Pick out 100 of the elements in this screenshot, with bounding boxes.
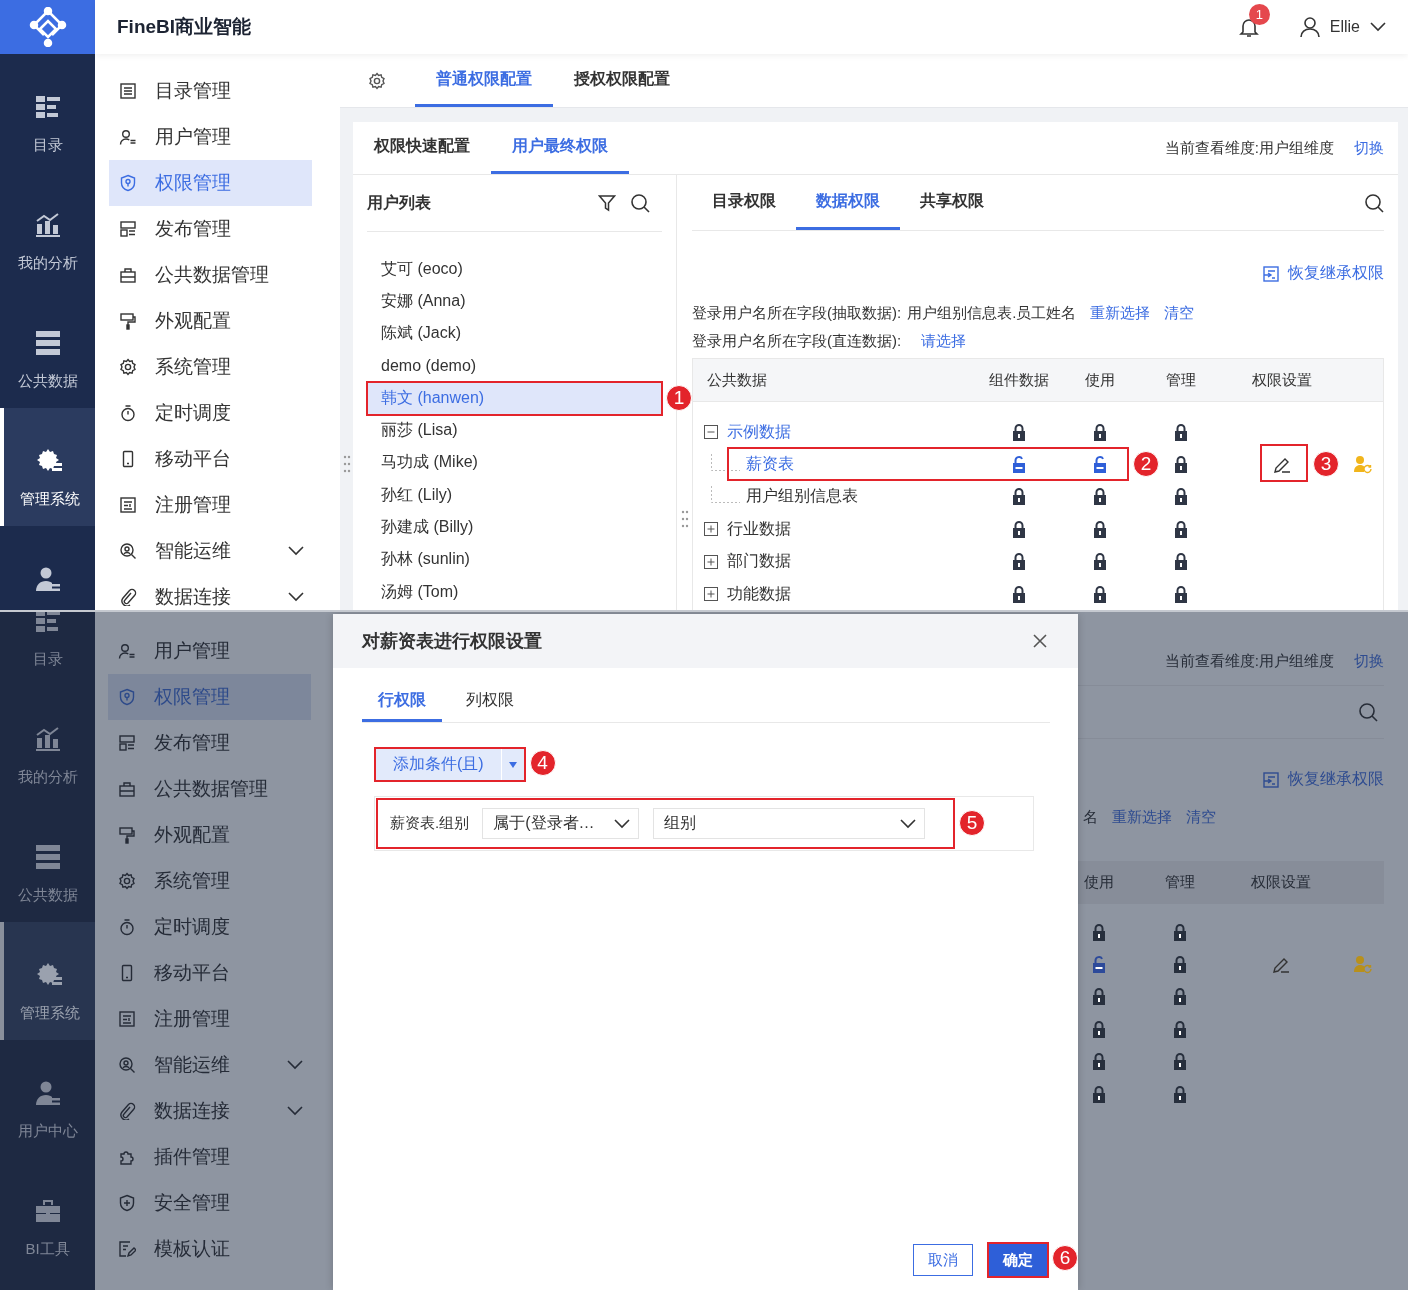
menu-item[interactable]: 安全管理: [108, 1180, 311, 1226]
user-item[interactable]: 丽莎 (Lisa): [367, 414, 662, 447]
menu-item[interactable]: 插件管理: [108, 1134, 311, 1180]
menu-item[interactable]: 系统管理: [108, 858, 311, 904]
stack-icon: [34, 330, 61, 356]
switch-link[interactable]: 切换: [1354, 652, 1384, 671]
menu-item[interactable]: 目录管理: [109, 68, 312, 114]
operator-select[interactable]: 属于(登录者…: [482, 808, 640, 839]
dialog-title: 对薪资表进行权限设置: [362, 630, 542, 653]
menu-item[interactable]: 用户管理: [108, 628, 311, 674]
column-header: 使用: [1085, 370, 1115, 390]
tree-connector: [711, 486, 740, 504]
field-link[interactable]: 清空: [1164, 299, 1195, 327]
nav-item[interactable]: 公共数据: [0, 804, 95, 922]
tab[interactable]: 目录权限: [692, 175, 796, 230]
search-icon: [630, 193, 650, 213]
user-item[interactable]: 孙红 (Lily): [367, 479, 662, 512]
tab[interactable]: 列权限: [450, 682, 530, 722]
tab[interactable]: 用户最终权限: [491, 122, 629, 174]
menu-item[interactable]: 智能运维: [109, 528, 312, 574]
tree-item[interactable]: 用户组别信息表: [746, 486, 858, 508]
person-icon: [34, 1080, 61, 1106]
nav-item[interactable]: 我的分析: [0, 686, 95, 804]
step-badge: 2: [1133, 451, 1159, 478]
menu-item[interactable]: 系统管理: [109, 344, 312, 390]
gear-icon: [119, 358, 137, 376]
search-person-icon: [119, 542, 137, 560]
nav-item[interactable]: 管理系统: [0, 922, 95, 1040]
menu-item[interactable]: 外观配置: [108, 812, 311, 858]
menu-item[interactable]: 发布管理: [109, 206, 312, 252]
value-select[interactable]: 组别: [653, 808, 926, 839]
add-condition-button[interactable]: 添加条件(且): [376, 749, 524, 780]
tab[interactable]: 权限快速配置: [353, 122, 491, 174]
user-item[interactable]: 孙建成 (Billy): [367, 511, 662, 544]
tree-item[interactable]: 行业数据: [727, 518, 791, 540]
menu-item[interactable]: 定时调度: [109, 390, 312, 436]
restore-link[interactable]: 恢复继承权限: [1262, 263, 1384, 284]
user-item[interactable]: 艾可 (eoco): [367, 253, 662, 286]
tree-item[interactable]: 功能数据: [727, 583, 791, 605]
tab[interactable]: 数据权限: [796, 175, 900, 230]
caret-down-icon: [507, 761, 518, 768]
tab[interactable]: 普通权限配置: [415, 54, 553, 107]
menu-item[interactable]: 公共数据管理: [109, 252, 312, 298]
user-item[interactable]: 安娜 (Anna): [367, 285, 662, 318]
cancel-button[interactable]: 取消: [913, 1244, 973, 1276]
nav-item[interactable]: BI工具: [0, 1158, 95, 1276]
menu-item[interactable]: 公共数据管理: [108, 766, 311, 812]
drag-handle-icon: [342, 455, 351, 473]
menu-item[interactable]: 权限管理: [109, 160, 312, 206]
tab[interactable]: 行权限: [362, 682, 442, 722]
menu-item[interactable]: 用户管理: [109, 114, 312, 160]
menu-item[interactable]: 模板认证: [108, 1226, 311, 1272]
bar-chart-icon: [34, 212, 61, 238]
tree-item[interactable]: 薪资表: [746, 454, 794, 476]
restore-link[interactable]: 恢复继承权限: [1262, 769, 1384, 790]
tree-item[interactable]: 示例数据: [727, 421, 791, 443]
expand-icon: [704, 587, 718, 602]
menu-item[interactable]: 外观配置: [109, 298, 312, 344]
confirm-button[interactable]: 确定: [989, 1244, 1047, 1276]
menu-item[interactable]: 注册管理: [109, 482, 312, 528]
menu-item[interactable]: 数据连接: [109, 574, 312, 610]
tab[interactable]: 共享权限: [900, 175, 1004, 230]
person-icon: [119, 128, 137, 146]
menu-item[interactable]: 移动平台: [109, 436, 312, 482]
nav-item[interactable]: 用户中心: [0, 1040, 95, 1158]
chevron-down-icon: [287, 1060, 303, 1070]
menu-item[interactable]: 定时调度: [108, 904, 311, 950]
menu-item[interactable]: 注册管理: [108, 996, 311, 1042]
user-name[interactable]: Ellie: [1329, 18, 1360, 36]
user-refresh-icon: [1353, 454, 1373, 475]
stopwatch-icon: [118, 918, 136, 936]
network-logo-icon: [27, 7, 68, 47]
field-link[interactable]: 清空: [1186, 808, 1216, 827]
menu-item[interactable]: 数据连接: [108, 1088, 311, 1134]
user-item[interactable]: 马功成 (Mike): [367, 446, 662, 480]
step-badge: 5: [959, 810, 985, 836]
column-header: 使用: [1084, 873, 1114, 892]
nav-item[interactable]: 目录: [0, 54, 95, 172]
user-item[interactable]: 韩文 (hanwen): [367, 382, 662, 415]
menu-item[interactable]: 移动平台: [108, 950, 311, 996]
user-item[interactable]: 陈斌 (Jack): [367, 317, 662, 350]
menu-item[interactable]: 智能运维: [108, 1042, 311, 1088]
user-item[interactable]: demo (demo): [367, 349, 662, 383]
shield-icon: [118, 688, 136, 706]
tree-item[interactable]: 部门数据: [727, 551, 791, 573]
nav-item[interactable]: 我的分析: [0, 172, 95, 290]
notification-badge: 1: [1248, 4, 1270, 25]
field-link[interactable]: 请选择: [921, 327, 967, 355]
field-link[interactable]: 重新选择: [1090, 299, 1151, 327]
user-refresh-icon: [1353, 954, 1373, 975]
field-link[interactable]: 重新选择: [1112, 808, 1172, 827]
tab[interactable]: 授权权限配置: [553, 54, 691, 107]
nav-item[interactable]: 公共数据: [0, 290, 95, 408]
nav-item[interactable]: 管理系统: [0, 408, 95, 526]
user-item[interactable]: 汤姆 (Tom): [367, 575, 662, 609]
menu-item[interactable]: 发布管理: [108, 720, 311, 766]
nav-item[interactable]: 目录: [0, 612, 95, 686]
user-item[interactable]: 孙林 (sunlin): [367, 543, 662, 576]
switch-link[interactable]: 切换: [1354, 138, 1384, 158]
close-button[interactable]: [1032, 633, 1048, 649]
